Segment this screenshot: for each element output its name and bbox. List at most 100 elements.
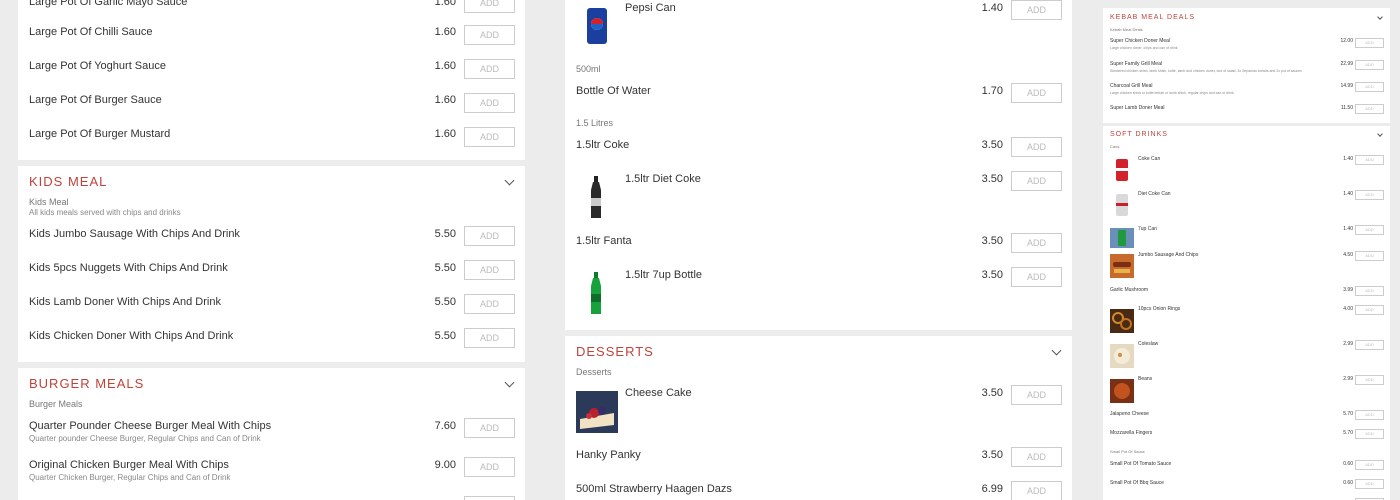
item-name: Large Pot Of Burger Mustard	[29, 128, 171, 140]
item-price: 1.60	[434, 128, 456, 140]
item-name: Garlic Mushroom	[1110, 287, 1149, 293]
item-name: Small Pot Of Bbq Sauce	[1110, 480, 1164, 486]
add-button[interactable]: ADD	[464, 25, 515, 45]
add-button[interactable]: ADD	[1011, 447, 1062, 467]
add-button[interactable]: ADD	[1355, 410, 1384, 420]
add-button[interactable]: ADD	[1011, 233, 1062, 253]
chevron-down-icon[interactable]	[1051, 345, 1062, 356]
section-title[interactable]: KEBAB MEAL DEALS	[1110, 14, 1195, 21]
section-title[interactable]: KIDS MEAL	[29, 174, 107, 189]
add-button[interactable]: ADD	[1355, 60, 1384, 70]
item-price: 3.50	[981, 173, 1003, 185]
item-price: 1.70	[981, 85, 1003, 97]
chevron-down-icon[interactable]	[504, 175, 515, 186]
add-button[interactable]: ADD	[1355, 286, 1384, 296]
section-title[interactable]: DESSERTS	[576, 344, 654, 359]
add-button[interactable]: ADD	[1355, 429, 1384, 439]
add-button[interactable]: ADD	[1011, 267, 1062, 287]
add-button[interactable]: ADD	[1355, 190, 1384, 200]
item-name: Large Pot Of Garlic Mayo Sauce	[29, 0, 188, 8]
item-description: Skewered chicken shish, lamb shish, koft…	[1110, 69, 1302, 73]
section-title[interactable]: BURGER MEALS	[29, 376, 144, 391]
kebab-meal-deals-section: KEBAB MEAL DEALS Kebab Meal Deals Super …	[1103, 8, 1390, 123]
sauces-section: Large Pot Of Garlic Mayo Sauce 1.60 ADD …	[18, 0, 525, 160]
item-price: 1.40	[1343, 191, 1353, 197]
add-button[interactable]: ADD	[464, 457, 515, 477]
item-name: Kids 5pcs Nuggets With Chips And Drink	[29, 262, 228, 274]
diet-coke-bottle-image	[591, 176, 601, 218]
item-price: 2.99	[1343, 376, 1353, 382]
chevron-down-icon[interactable]	[504, 377, 515, 388]
add-button[interactable]: ADD	[464, 418, 515, 438]
add-button[interactable]: ADD	[1355, 375, 1384, 385]
diet-coke-can-image	[1116, 194, 1128, 216]
kids-meal-section: KIDS MEAL Kids Meal All kids meals serve…	[18, 166, 525, 362]
add-button[interactable]: ADD	[1011, 171, 1062, 191]
item-name: 10pcs Onion Rings	[1138, 306, 1181, 312]
pepsi-can-image	[587, 8, 607, 44]
add-button[interactable]: ADD	[1011, 481, 1062, 500]
sausage-and-chips-image	[1110, 254, 1134, 278]
item-price: 22.99	[1340, 61, 1353, 67]
item-name: Beans	[1138, 376, 1153, 382]
add-button[interactable]: ADD	[1011, 0, 1062, 20]
item-price: 3.50	[981, 387, 1003, 399]
add-button[interactable]: ADD	[1011, 137, 1062, 157]
add-button[interactable]: ADD	[464, 496, 515, 500]
add-button[interactable]: ADD	[1011, 385, 1062, 405]
add-button[interactable]: ADD	[1355, 104, 1384, 114]
add-button[interactable]: ADD	[464, 127, 515, 147]
item-name: 1.5ltr Diet Coke	[625, 173, 701, 185]
section-title[interactable]: SOFT DRINKS	[1110, 131, 1168, 138]
add-button[interactable]: ADD	[1355, 479, 1384, 489]
add-button[interactable]: ADD	[464, 328, 515, 348]
item-price: 12.00	[1340, 38, 1353, 44]
add-button[interactable]: ADD	[464, 93, 515, 113]
add-button[interactable]: ADD	[1355, 225, 1384, 235]
item-name: Large Pot Of Yoghurt Sauce	[29, 60, 166, 72]
item-price: 1.60	[434, 94, 456, 106]
item-name: Kids Jumbo Sausage With Chips And Drink	[29, 228, 240, 240]
item-price: 11.50	[1340, 105, 1353, 111]
item-price: 5.50	[434, 330, 456, 342]
add-button[interactable]: ADD	[1355, 305, 1384, 315]
item-price: 5.70	[1343, 430, 1353, 436]
add-button[interactable]: ADD	[1355, 38, 1384, 48]
item-name: Super Family Grill Meal	[1110, 61, 1162, 67]
add-button[interactable]: ADD	[464, 226, 515, 246]
coke-can-image	[1116, 159, 1128, 181]
sub-heading: 1.5 Litres	[576, 118, 614, 128]
item-name: Jalapeno Cheese	[1110, 411, 1149, 417]
chevron-down-icon[interactable]	[1377, 14, 1383, 20]
add-button[interactable]: ADD	[1355, 460, 1384, 470]
item-price: 5.50	[434, 296, 456, 308]
item-price: 1.60	[434, 0, 456, 8]
add-button[interactable]: ADD	[1011, 83, 1062, 103]
add-button[interactable]: ADD	[464, 294, 515, 314]
item-name: 500ml Strawberry Haagen Dazs	[576, 483, 732, 495]
add-button[interactable]: ADD	[1355, 340, 1384, 350]
7up-can-image	[1110, 228, 1134, 248]
item-name: 7up Can	[1138, 226, 1157, 232]
menu-column-1: Large Pot Of Garlic Mayo Sauce 1.60 ADD …	[18, 0, 525, 500]
item-price: 1.40	[981, 2, 1003, 14]
sub-heading: Small Pot Of Sauce	[1110, 449, 1145, 454]
item-description: Quarter pounder Cheese Burger, Regular C…	[29, 434, 261, 443]
item-price: 14.99	[1340, 83, 1353, 89]
add-button[interactable]: ADD	[1355, 155, 1384, 165]
item-price: 3.50	[981, 269, 1003, 281]
item-name: Hanky Panky	[576, 449, 641, 461]
item-price: 3.50	[981, 449, 1003, 461]
add-button[interactable]: ADD	[1355, 251, 1384, 261]
item-name: Jumbo Sausage And Chips	[1138, 252, 1199, 258]
add-button[interactable]: ADD	[464, 0, 515, 13]
item-price: 3.50	[981, 139, 1003, 151]
item-description: Quarter Chicken Burger, Regular Chips an…	[29, 473, 231, 482]
item-price: 1.60	[434, 26, 456, 38]
add-button[interactable]: ADD	[1355, 82, 1384, 92]
item-name: Mozzarella Fingers	[1110, 430, 1153, 436]
chevron-down-icon[interactable]	[1377, 131, 1383, 137]
add-button[interactable]: ADD	[464, 59, 515, 79]
item-price: 7.60	[434, 420, 456, 432]
add-button[interactable]: ADD	[464, 260, 515, 280]
